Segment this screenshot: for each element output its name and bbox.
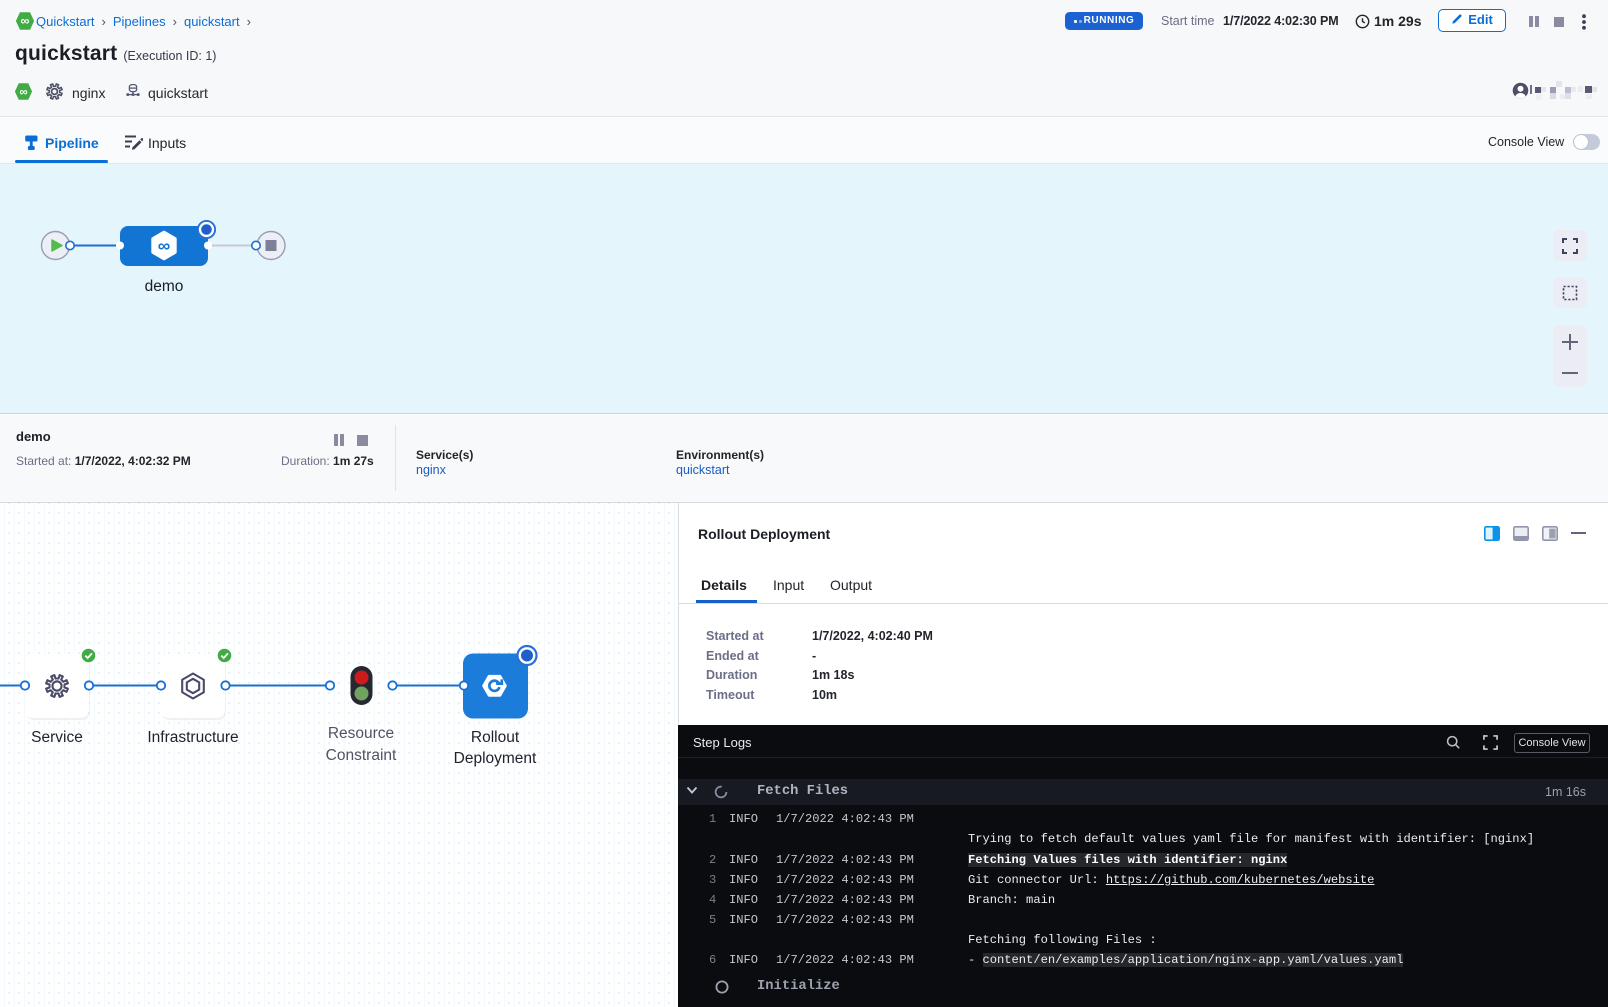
svg-text:Service: Service <box>31 729 83 746</box>
svg-text:∞: ∞ <box>158 235 170 255</box>
svg-text:Constraint: Constraint <box>326 747 397 764</box>
svg-text:demo: demo <box>145 278 184 295</box>
svg-text:Infrastructure: Infrastructure <box>147 729 238 746</box>
svg-text:Resource: Resource <box>328 725 394 742</box>
svg-text:Rollout: Rollout <box>471 729 520 746</box>
svg-text:Deployment: Deployment <box>454 750 537 767</box>
svg-text:∞: ∞ <box>21 14 30 28</box>
svg-text:∞: ∞ <box>19 86 27 98</box>
